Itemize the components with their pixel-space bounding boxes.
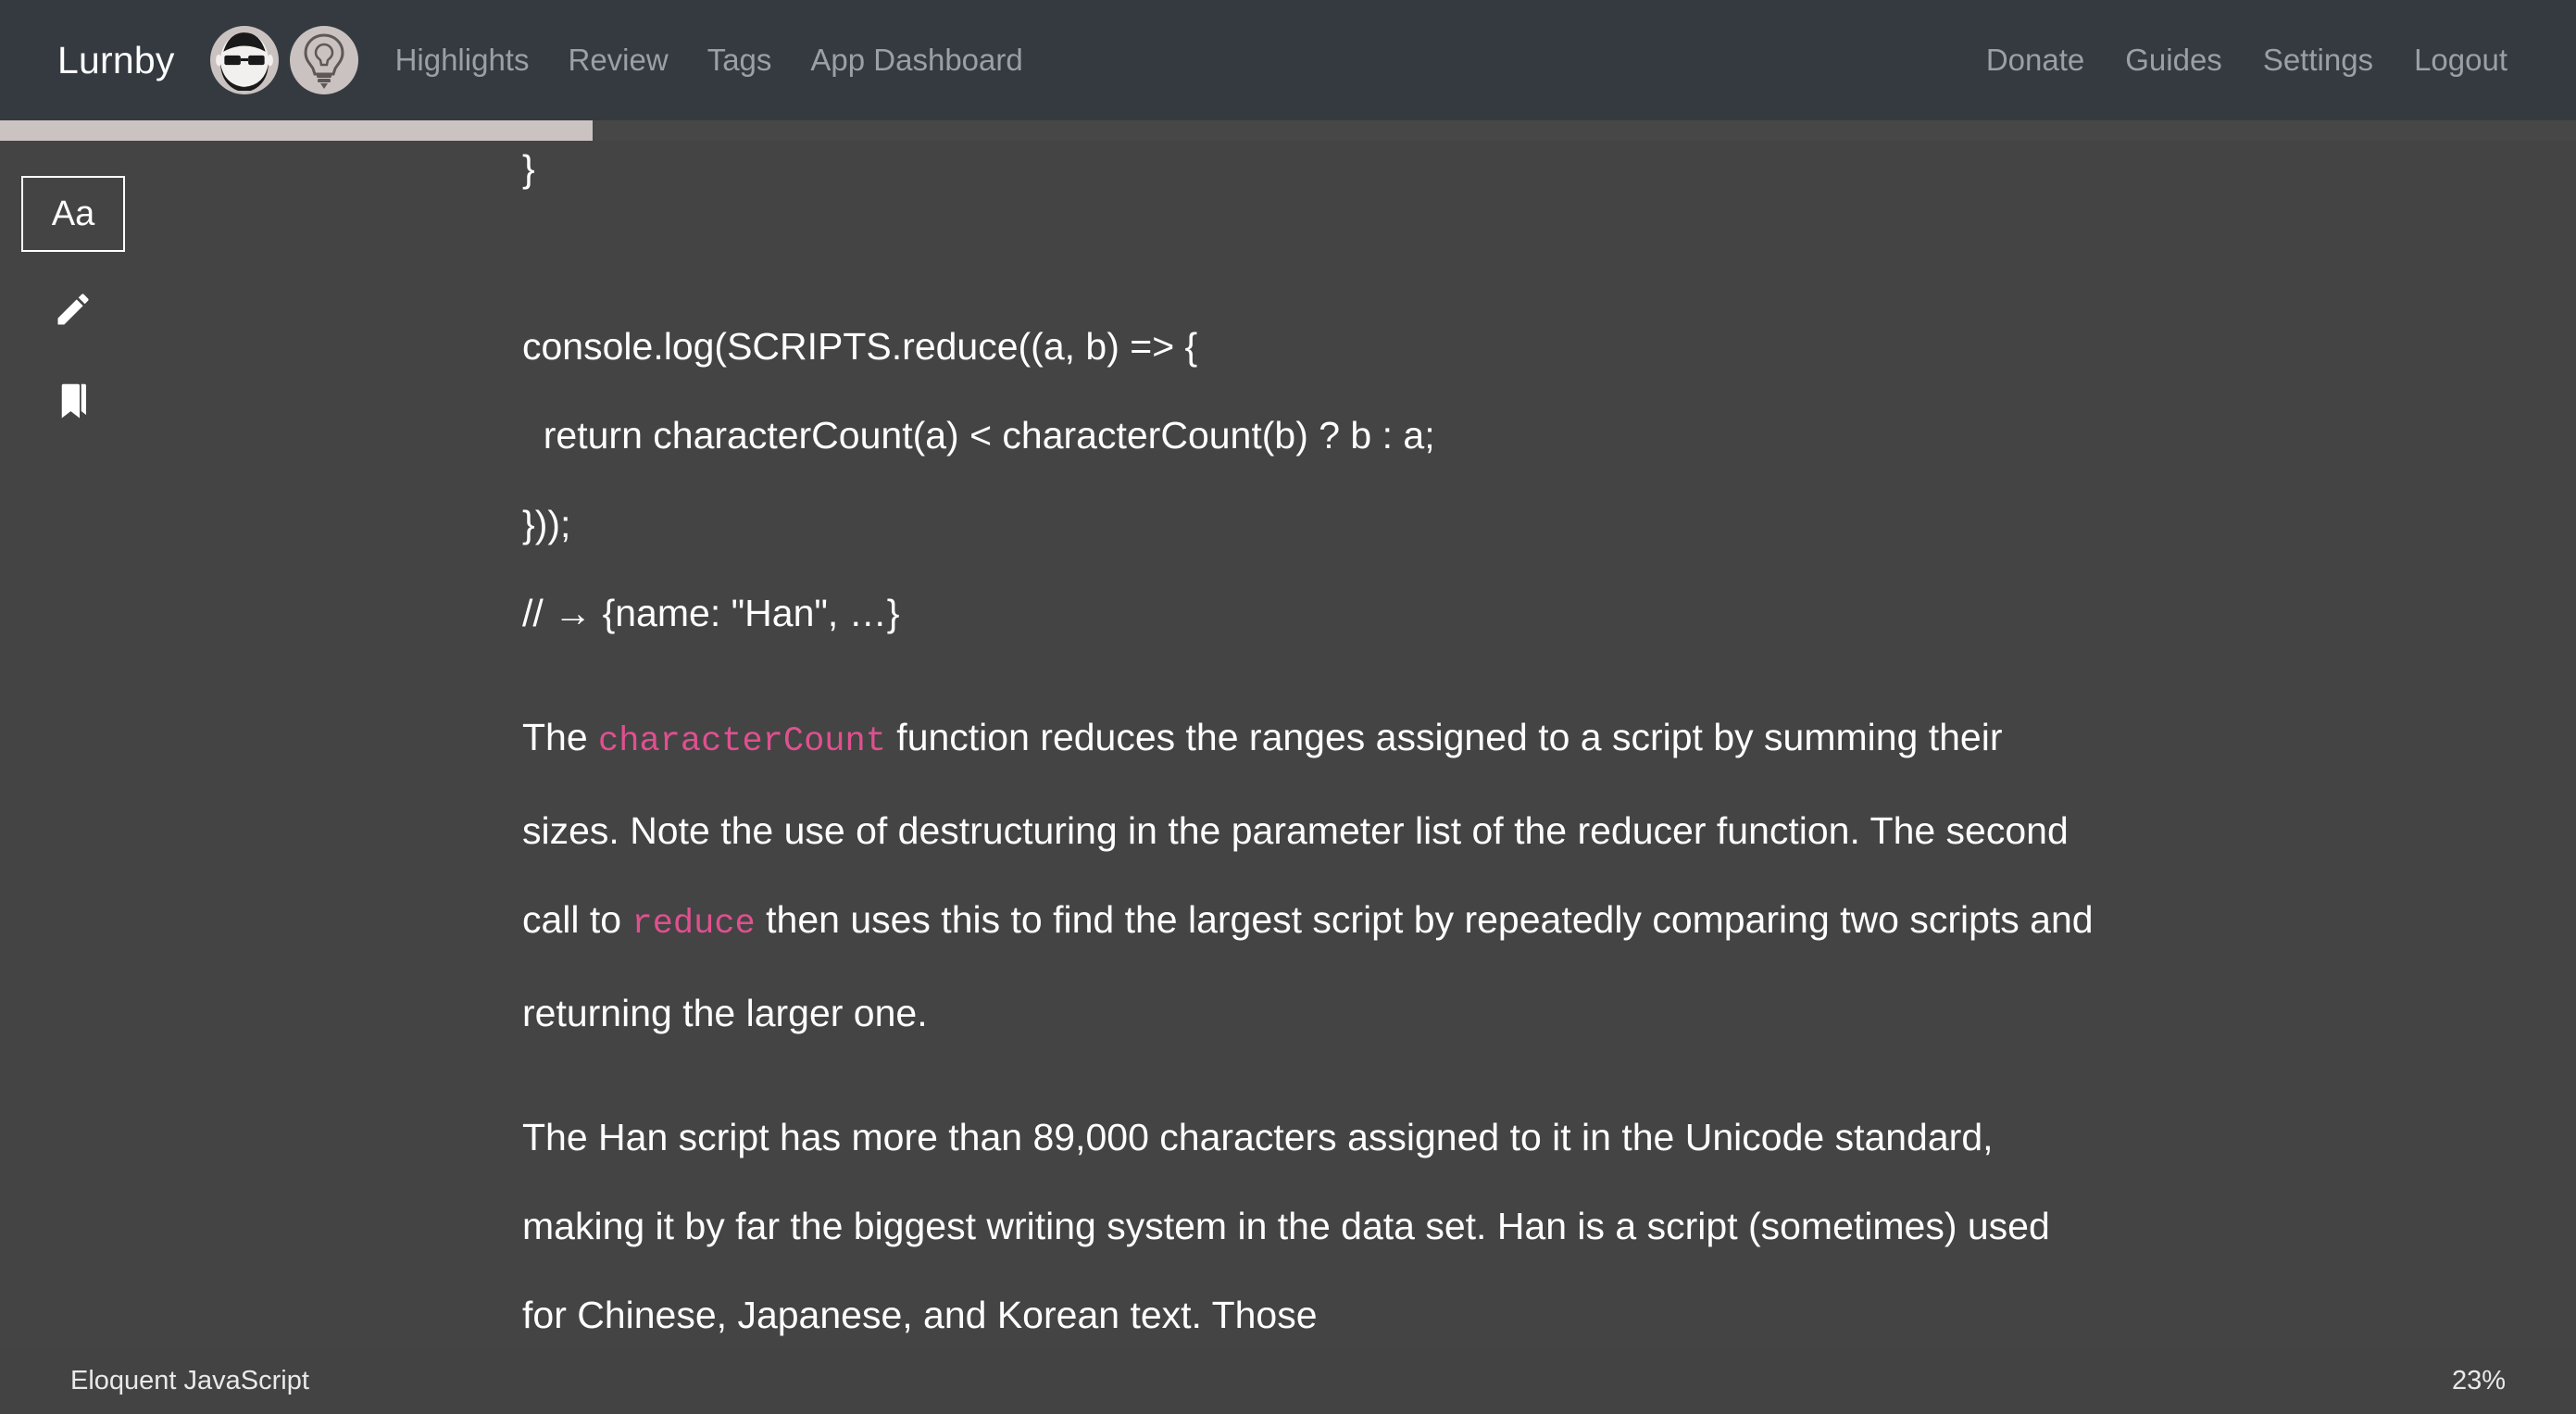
nav-link-logout[interactable]: Logout — [2414, 43, 2507, 78]
progress-percent-label: 23% — [2451, 1365, 2506, 1395]
code-line-3: })); — [522, 503, 571, 545]
nav-link-app-dashboard[interactable]: App Dashboard — [810, 43, 1022, 78]
highlight-pencil-icon[interactable] — [38, 274, 108, 344]
reader-content-area[interactable]: } console.log(SCRIPTS.reduce((a, b) => {… — [146, 141, 2576, 1347]
reader-footer: Eloquent JavaScript 23% — [0, 1347, 2576, 1414]
code-line-1: console.log(SCRIPTS.reduce((a, b) => { — [522, 325, 1198, 368]
brand-logo[interactable]: Lurnby — [57, 39, 175, 82]
nav-link-donate[interactable]: Donate — [1986, 43, 2084, 78]
paragraph-han-script: The Han script has more than 89,000 char… — [522, 1116, 2050, 1336]
reader-tool-sidebar: Aa — [0, 141, 146, 1347]
inline-code-charactercount: characterCount — [598, 722, 886, 761]
font-size-button[interactable]: Aa — [21, 176, 125, 252]
nav-link-guides[interactable]: Guides — [2125, 43, 2222, 78]
nav-link-tags[interactable]: Tags — [707, 43, 772, 78]
nav-link-settings[interactable]: Settings — [2263, 43, 2373, 78]
code-line-closing-brace: } — [522, 147, 535, 190]
bookmark-icon[interactable] — [38, 367, 108, 437]
nav-link-review[interactable]: Review — [568, 43, 668, 78]
face-head-icon — [215, 32, 273, 91]
paragraph1-part3: then uses this to find the largest scrip… — [522, 898, 2094, 1034]
paragraph-character-count: The characterCount function reduces the … — [522, 693, 2096, 1057]
primary-nav: Highlights Review Tags App Dashboard — [395, 43, 1023, 78]
nav-link-highlights[interactable]: Highlights — [395, 43, 530, 78]
bookmark-glyph-icon — [61, 383, 86, 419]
inline-code-reduce: reduce — [631, 905, 756, 944]
pencil-icon — [57, 294, 89, 325]
code-line-2: return characterCount(a) < characterCoun… — [522, 414, 1435, 457]
lightbulb-icon — [304, 33, 344, 89]
avatar-group — [209, 26, 358, 94]
document-body: } console.log(SCRIPTS.reduce((a, b) => {… — [522, 141, 2096, 1347]
code-line-4: // → {name: "Han", …} — [522, 592, 900, 634]
paragraph1-part1: The — [522, 716, 599, 758]
top-navbar: Lurnby Highlights Review Tags App Dashbo… — [0, 0, 2576, 120]
reading-progress-fill — [0, 120, 593, 141]
document-title: Eloquent JavaScript — [70, 1365, 309, 1395]
user-avatar[interactable] — [209, 26, 279, 94]
lightbulb-avatar[interactable] — [289, 26, 358, 94]
reading-progress-bar[interactable] — [0, 120, 2576, 141]
secondary-nav: Donate Guides Settings Logout — [1986, 43, 2507, 78]
